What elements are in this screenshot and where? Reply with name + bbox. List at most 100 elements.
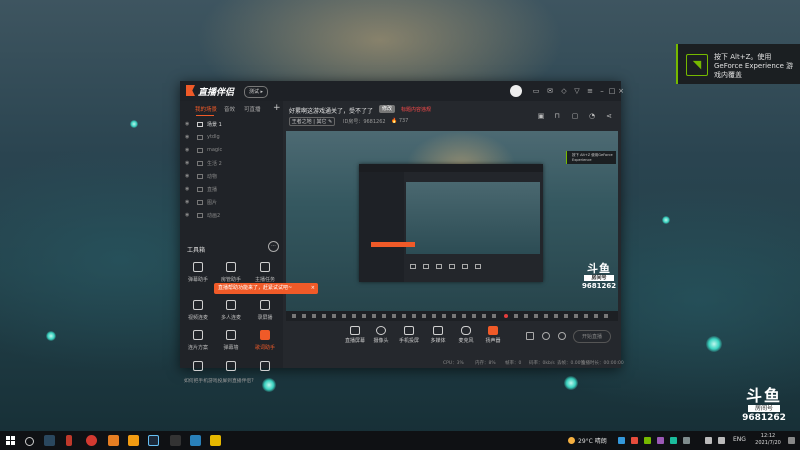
tool-icon[interactable]: [524, 314, 528, 318]
tray-icon[interactable]: [618, 437, 625, 444]
tool-icon[interactable]: [302, 314, 306, 318]
add-scene-button[interactable]: +: [273, 103, 281, 113]
eye-icon[interactable]: ◉: [185, 187, 191, 192]
app-icon[interactable]: [210, 435, 221, 446]
weather-icon[interactable]: [568, 437, 575, 444]
tool-icon[interactable]: [392, 314, 396, 318]
scene-item[interactable]: ◉ 场景 1: [180, 119, 283, 131]
gift-icon[interactable]: ◇: [560, 87, 568, 95]
steam-icon[interactable]: [148, 435, 159, 446]
scene-item[interactable]: ◉ 生活 2: [180, 158, 283, 170]
tool-icon[interactable]: [514, 314, 518, 318]
category-selector[interactable]: 王者之地 | 其它 ✎: [289, 117, 335, 126]
bell-icon[interactable]: ◔: [588, 112, 596, 120]
tool-icon[interactable]: [452, 314, 456, 318]
tool-danmaku-helper[interactable]: 弹幕助手: [183, 258, 213, 288]
clock[interactable]: 12:12 2021/7/20: [752, 433, 784, 447]
eye-icon[interactable]: ◉: [185, 213, 191, 218]
close-icon[interactable]: ×: [617, 87, 625, 95]
tool-video-link[interactable]: 视频连麦: [183, 296, 213, 326]
tool-icon[interactable]: [544, 314, 548, 318]
tool-icon[interactable]: [564, 314, 568, 318]
tool-icon[interactable]: [604, 314, 608, 318]
tool-multi-link[interactable]: 多人连麦: [216, 296, 246, 326]
app-icon[interactable]: [66, 435, 72, 446]
weather-text[interactable]: 29°C 晴朗: [578, 436, 607, 445]
start-live-button[interactable]: 开始直播: [573, 330, 611, 343]
record-dot-icon[interactable]: [504, 314, 508, 318]
tool-icon[interactable]: [362, 314, 366, 318]
record-icon[interactable]: [526, 332, 534, 340]
tool-icon[interactable]: [352, 314, 356, 318]
tool-icon[interactable]: [292, 314, 296, 318]
gift-box-icon[interactable]: ▣: [537, 112, 545, 120]
tool-icon[interactable]: [442, 314, 446, 318]
cast-icon[interactable]: ▢: [571, 112, 579, 120]
steam-icon[interactable]: [44, 435, 55, 446]
eye-icon[interactable]: ◉: [185, 200, 191, 205]
tool-lyrics-helper[interactable]: 歌词助手: [250, 326, 280, 356]
tool-icon[interactable]: [472, 314, 476, 318]
minimize-icon[interactable]: –: [598, 87, 606, 95]
tool-icon[interactable]: [322, 314, 326, 318]
network-icon[interactable]: [705, 437, 712, 444]
version-badge[interactable]: 测试 ▸: [244, 86, 268, 98]
tab-my-scenes[interactable]: 我的场景: [195, 105, 217, 113]
tool-icon[interactable]: [574, 314, 578, 318]
tool-icon[interactable]: [382, 314, 386, 318]
camera-button[interactable]: 摄像头: [367, 326, 395, 344]
tab-sound[interactable]: 音效: [224, 105, 235, 113]
tool-icon[interactable]: [584, 314, 588, 318]
tool-screen-record[interactable]: 录屏播: [250, 296, 280, 326]
lock-icon[interactable]: ⊓: [553, 112, 561, 120]
tab-live[interactable]: 可直播: [244, 105, 261, 113]
tool-clip-plan[interactable]: 连片方案: [183, 326, 213, 356]
scene-item[interactable]: ◉ 动物: [180, 171, 283, 183]
tool-icon[interactable]: [432, 314, 436, 318]
shirt-icon[interactable]: ▽: [573, 87, 581, 95]
geforce-notification[interactable]: ◥ 按下 Alt+Z。使用 GeForce Experience 游戏内覆盖: [676, 44, 800, 84]
tray-icon[interactable]: [657, 437, 664, 444]
tool-icon[interactable]: [482, 314, 486, 318]
menu-icon[interactable]: ≡: [586, 87, 594, 95]
stream-preview[interactable]: 按下 Alt+Z 使用GeForce Experience 斗鱼 房间号 968…: [286, 131, 618, 311]
user-avatar[interactable]: [510, 85, 522, 97]
speaker-button[interactable]: 扬声器: [479, 326, 507, 344]
tool-item[interactable]: [183, 357, 213, 371]
tray-icon[interactable]: [670, 437, 677, 444]
notification-icon[interactable]: [788, 437, 795, 444]
app-icon[interactable]: [190, 435, 201, 446]
message-icon[interactable]: ▭: [532, 87, 540, 95]
app-icon[interactable]: [128, 435, 139, 446]
scene-item[interactable]: ◉ 动画2: [180, 210, 283, 222]
tool-danmaku-wall[interactable]: 弹幕墙: [216, 326, 246, 356]
settings-icon[interactable]: [558, 332, 566, 340]
tool-icon[interactable]: [412, 314, 416, 318]
volume-icon[interactable]: [718, 437, 725, 444]
tray-icon[interactable]: [631, 437, 638, 444]
search-icon[interactable]: [25, 437, 34, 446]
tray-icon[interactable]: [644, 437, 651, 444]
tool-icon[interactable]: [332, 314, 336, 318]
eye-icon[interactable]: ◉: [185, 174, 191, 179]
phone-cast-button[interactable]: 手机投屏: [395, 326, 423, 344]
tool-item[interactable]: [216, 357, 246, 371]
netease-music-icon[interactable]: [86, 435, 97, 446]
share-icon[interactable]: ⋖: [605, 112, 613, 120]
eye-icon[interactable]: ◉: [185, 122, 191, 127]
tool-icon[interactable]: [554, 314, 558, 318]
tool-icon[interactable]: [594, 314, 598, 318]
tool-icon[interactable]: [462, 314, 466, 318]
more-tools-button[interactable]: ···: [268, 241, 279, 252]
screen-capture-button[interactable]: 直播屏幕: [341, 326, 369, 344]
tool-icon[interactable]: [492, 314, 496, 318]
maximize-icon[interactable]: □: [608, 87, 616, 95]
mobile-cast-hint-link[interactable]: 如何把手机游戏投屏到直播伴侣?: [184, 377, 254, 384]
input-language[interactable]: ENG: [733, 436, 746, 443]
eye-icon[interactable]: ◉: [185, 135, 191, 140]
tool-icon[interactable]: [342, 314, 346, 318]
edit-title-button[interactable]: 修改: [379, 105, 395, 113]
tool-icon[interactable]: [372, 314, 376, 318]
app-icon[interactable]: [108, 435, 119, 446]
tool-icon[interactable]: [534, 314, 538, 318]
